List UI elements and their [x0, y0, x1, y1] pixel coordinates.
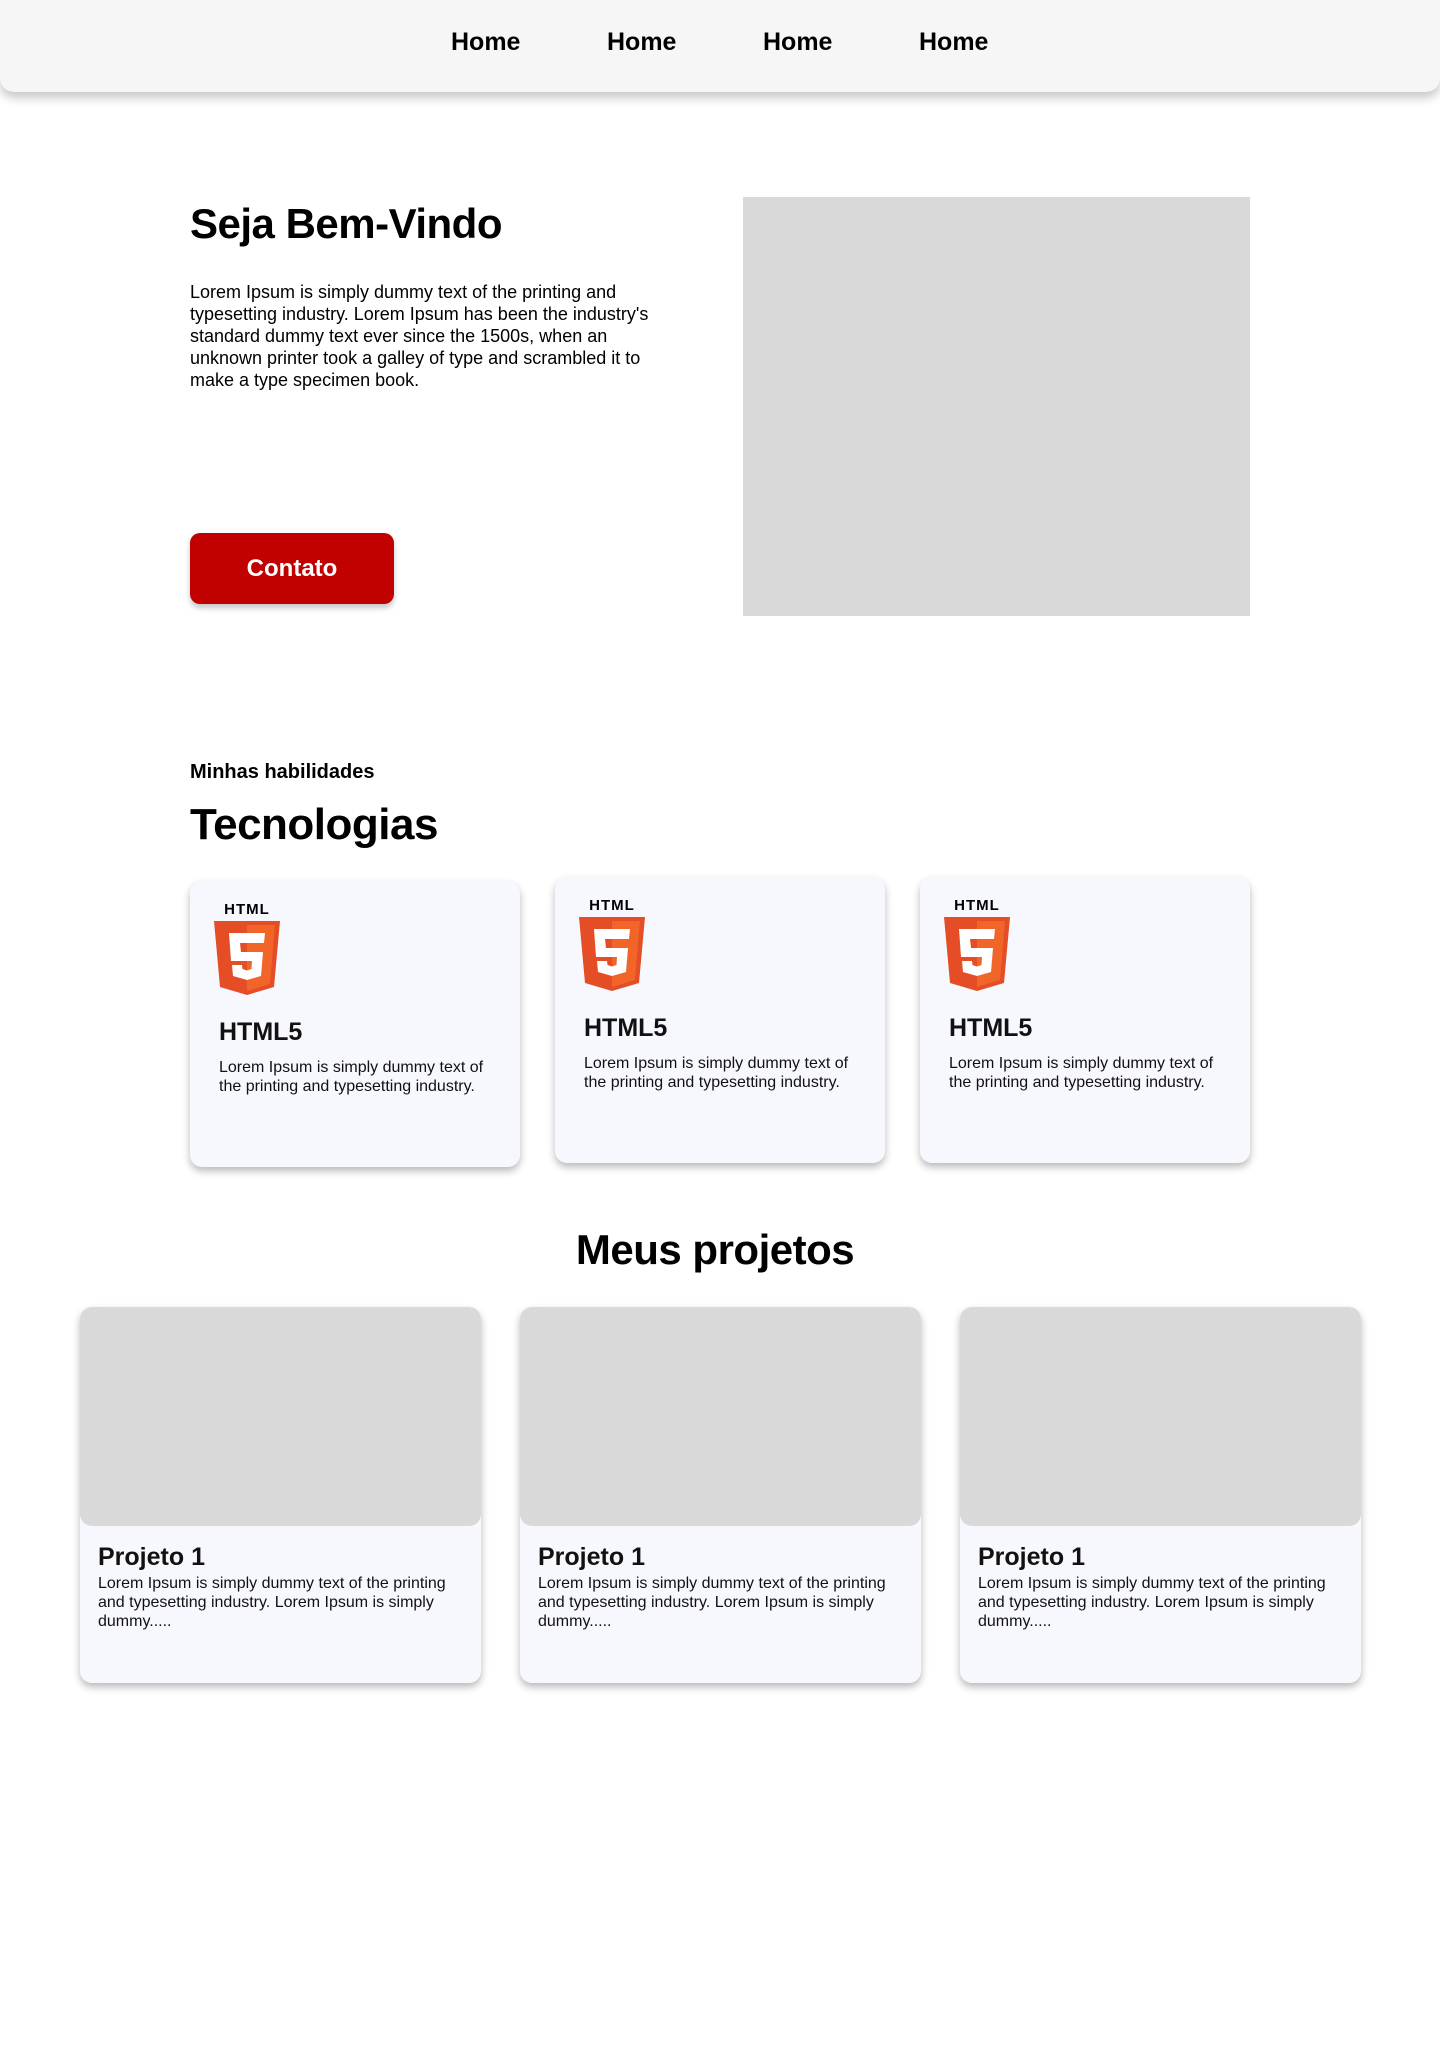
nav-link-home-4[interactable]: Home: [919, 28, 988, 57]
tech-description: Lorem Ipsum is simply dummy text of the …: [949, 1055, 1214, 1091]
project-title: Projeto 1: [538, 1543, 645, 1571]
project-description: Lorem Ipsum is simply dummy text of the …: [98, 1575, 446, 1630]
hero-image-placeholder: [743, 197, 1250, 616]
skills-eyebrow: Minhas habilidades: [190, 761, 375, 783]
tech-card: HTML HTML5 Lorem Ipsum is simply dummy t…: [190, 881, 520, 1167]
contact-button[interactable]: Contato: [190, 533, 394, 604]
tech-name: HTML5: [949, 1014, 1033, 1042]
top-navbar: Home Home Home Home: [0, 0, 1440, 92]
tech-name: HTML5: [219, 1018, 303, 1046]
tech-description: Lorem Ipsum is simply dummy text of the …: [584, 1055, 849, 1091]
html-logo-text: HTML: [589, 897, 635, 914]
html-logo-text: HTML: [954, 897, 1000, 914]
project-description: Lorem Ipsum is simply dummy text of the …: [538, 1575, 886, 1630]
project-title: Projeto 1: [978, 1543, 1085, 1571]
project-card[interactable]: Projeto 1 Lorem Ipsum is simply dummy te…: [960, 1307, 1361, 1683]
html5-icon: HTML: [214, 901, 280, 995]
html5-shield-icon: [944, 917, 1010, 991]
tech-name: HTML5: [584, 1014, 668, 1042]
project-title: Projeto 1: [98, 1543, 205, 1571]
hero-text: Lorem Ipsum is simply dummy text of the …: [190, 282, 649, 390]
tech-description: Lorem Ipsum is simply dummy text of the …: [219, 1059, 484, 1095]
skills-title: Tecnologias: [190, 800, 438, 849]
nav-link-home-2[interactable]: Home: [607, 28, 676, 57]
project-description: Lorem Ipsum is simply dummy text of the …: [978, 1575, 1326, 1630]
project-card[interactable]: Projeto 1 Lorem Ipsum is simply dummy te…: [520, 1307, 921, 1683]
html5-icon: HTML: [579, 897, 645, 991]
html5-shield-icon: [214, 921, 280, 995]
html-logo-text: HTML: [224, 901, 270, 918]
project-card[interactable]: Projeto 1 Lorem Ipsum is simply dummy te…: [80, 1307, 481, 1683]
tech-card: HTML HTML5 Lorem Ipsum is simply dummy t…: [920, 877, 1250, 1163]
project-image-placeholder: [960, 1307, 1361, 1526]
nav-link-home-3[interactable]: Home: [763, 28, 832, 57]
html5-icon: HTML: [944, 897, 1010, 991]
page: Home Home Home Home Seja Bem-Vindo Lorem…: [0, 0, 1440, 2048]
tech-card: HTML HTML5 Lorem Ipsum is simply dummy t…: [555, 877, 885, 1163]
html5-shield-icon: [579, 917, 645, 991]
projects-title: Meus projetos: [575, 1226, 855, 1273]
project-image-placeholder: [80, 1307, 481, 1526]
hero-title: Seja Bem-Vindo: [190, 200, 502, 247]
project-image-placeholder: [520, 1307, 921, 1526]
nav-link-home-1[interactable]: Home: [451, 28, 520, 57]
